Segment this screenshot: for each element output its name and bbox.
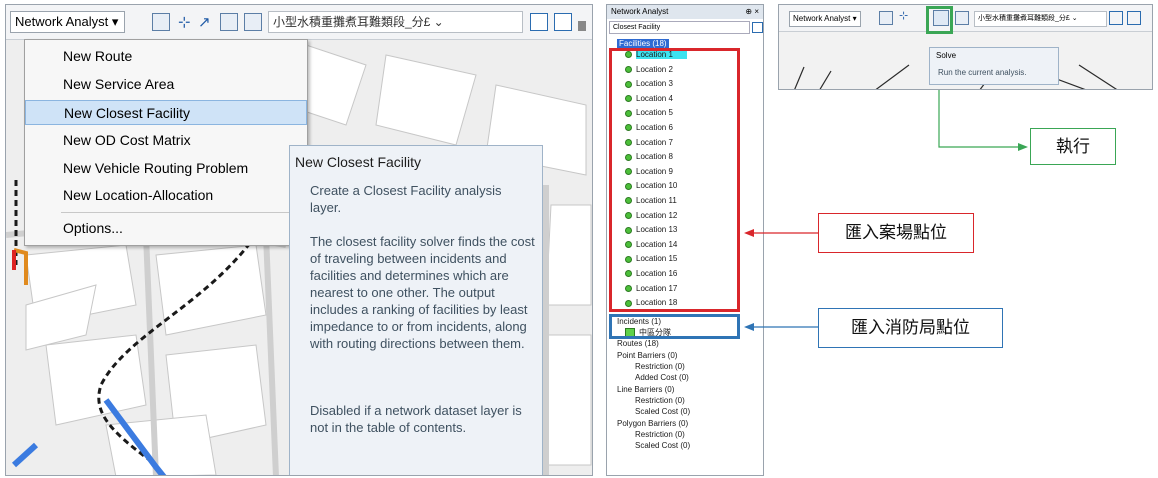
layer-properties-icon[interactable] [752, 22, 763, 33]
analysis-settings-icon[interactable] [530, 13, 548, 31]
solve-tooltip-desc: Run the current analysis. [938, 68, 1027, 77]
properties-icon[interactable] [554, 13, 572, 31]
network-analyst-menu: New Route New Service Area New Closest F… [24, 39, 308, 246]
menu-item-new-vehicle-routing-problem[interactable]: New Vehicle Routing Problem [25, 156, 307, 181]
right-window-icon[interactable] [879, 11, 893, 25]
select-move-icon[interactable]: ↗ [198, 13, 211, 31]
solve-tooltip-title: Solve [936, 51, 957, 60]
right-directions-icon[interactable] [955, 11, 969, 25]
menu-item-new-od-cost-matrix[interactable]: New OD Cost Matrix [25, 128, 307, 153]
import-sites-callout: 匯入案場點位 [818, 213, 974, 253]
menu-item-new-closest-facility[interactable]: New Closest Facility [25, 100, 307, 125]
create-network-location-icon[interactable]: ⊹ [178, 13, 191, 31]
left-screenshot-panel: Network Analyst ▾ ⊹ ↗ 小型水積重攤煮耳難類段_分£ ⌄ N… [5, 4, 593, 476]
toolbar-overflow-icon[interactable] [578, 21, 586, 31]
import-fire-station-callout: 匯入消防局點位 [818, 308, 1003, 348]
solve-highlight-box [926, 6, 953, 34]
right-location-icon[interactable]: ⊹ [899, 9, 908, 22]
network-analyst-dropdown[interactable]: Network Analyst ▾ [10, 11, 126, 33]
lb-restriction[interactable]: Restriction (0) [635, 396, 685, 405]
layer-dropdown[interactable]: Closest Facility [609, 21, 750, 34]
window-title: Network Analyst [611, 7, 669, 16]
solve-tooltip: Solve Run the current analysis. [929, 47, 1059, 85]
analysis-layer-select[interactable]: 小型水積重攤煮耳難類段_分£ ⌄ [268, 11, 523, 33]
window-title-bar: Network Analyst ⊕ × [607, 5, 763, 19]
line-barriers-header[interactable]: Line Barriers (0) [617, 385, 674, 394]
window-icon[interactable] [152, 13, 170, 31]
menu-item-new-location-allocation[interactable]: New Location-Allocation [25, 183, 307, 208]
pb-restriction[interactable]: Restriction (0) [635, 362, 685, 371]
right-properties-icon[interactable] [1127, 11, 1141, 25]
tooltip-title: New Closest Facility [295, 154, 422, 170]
facilities-highlight-box [609, 48, 740, 312]
solve-icon[interactable] [220, 13, 238, 31]
tooltip-detail: The closest facility solver finds the co… [310, 234, 535, 351]
closest-facility-tooltip: New Closest Facility Create a Closest Fa… [289, 145, 543, 475]
polygon-barriers-header[interactable]: Polygon Barriers (0) [617, 419, 688, 428]
menu-item-new-route[interactable]: New Route [25, 44, 307, 69]
pb-added-cost[interactable]: Added Cost (0) [635, 373, 689, 382]
right-toolbar: Network Analyst ▾ ⊹ 小型水積重攤煮耳難類段_分£ ⌄ [779, 5, 1152, 32]
menu-item-options[interactable]: Options... [25, 216, 307, 241]
network-analyst-toolbar: Network Analyst ▾ ⊹ ↗ 小型水積重攤煮耳難類段_分£ ⌄ [6, 5, 592, 40]
pg-scaled-cost[interactable]: Scaled Cost (0) [635, 441, 690, 450]
right-network-analyst-dropdown[interactable]: Network Analyst ▾ [789, 11, 861, 27]
facilities-header[interactable]: Facilities (18) [617, 39, 669, 48]
lb-scaled-cost[interactable]: Scaled Cost (0) [635, 407, 690, 416]
tooltip-disabled-note: Disabled if a network dataset layer is n… [310, 403, 522, 435]
menu-separator [61, 212, 303, 213]
right-layer-select[interactable]: 小型水積重攤煮耳難類段_分£ ⌄ [974, 11, 1107, 27]
incidents-highlight-box [609, 314, 740, 339]
right-settings-icon[interactable] [1109, 11, 1123, 25]
pin-close-controls[interactable]: ⊕ × [745, 5, 759, 19]
execute-callout: 執行 [1030, 128, 1116, 165]
point-barriers-header[interactable]: Point Barriers (0) [617, 351, 677, 360]
solve-toolbar-panel: Network Analyst ▾ ⊹ 小型水積重攤煮耳難類段_分£ ⌄ Sol… [778, 4, 1153, 90]
tooltip-description: Create a Closest Facility analysis layer… [310, 183, 502, 215]
pg-restriction[interactable]: Restriction (0) [635, 430, 685, 439]
directions-icon[interactable] [244, 13, 262, 31]
routes-header[interactable]: Routes (18) [617, 339, 659, 348]
menu-item-new-service-area[interactable]: New Service Area [25, 72, 307, 97]
